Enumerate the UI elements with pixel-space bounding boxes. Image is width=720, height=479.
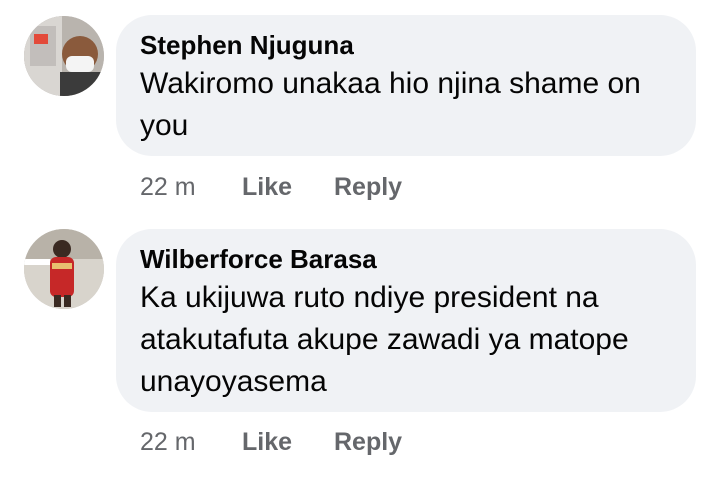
comment-bubble: Wilberforce Barasa Ka ukijuwa ruto ndiye… xyxy=(116,229,696,412)
avatar[interactable] xyxy=(24,16,104,96)
comment-actions: 22 m Like Reply xyxy=(140,427,402,457)
comment-bubble: Stephen Njuguna Wakiromo unakaa hio njin… xyxy=(116,15,696,156)
comment-timestamp[interactable]: 22 m xyxy=(140,427,242,457)
reply-button[interactable]: Reply xyxy=(334,172,402,202)
like-button[interactable]: Like xyxy=(242,172,334,202)
comment-text: Ka ukijuwa ruto ndiye president na ataku… xyxy=(140,281,629,398)
comment-author[interactable]: Stephen Njuguna xyxy=(140,29,672,61)
avatar[interactable] xyxy=(24,229,104,309)
comment-author[interactable]: Wilberforce Barasa xyxy=(140,243,672,275)
comment-timestamp[interactable]: 22 m xyxy=(140,172,242,202)
comment-text: Wakiromo unakaa hio njina shame on you xyxy=(140,67,641,142)
reply-button[interactable]: Reply xyxy=(334,427,402,457)
comment-actions: 22 m Like Reply xyxy=(140,172,402,202)
like-button[interactable]: Like xyxy=(242,427,334,457)
